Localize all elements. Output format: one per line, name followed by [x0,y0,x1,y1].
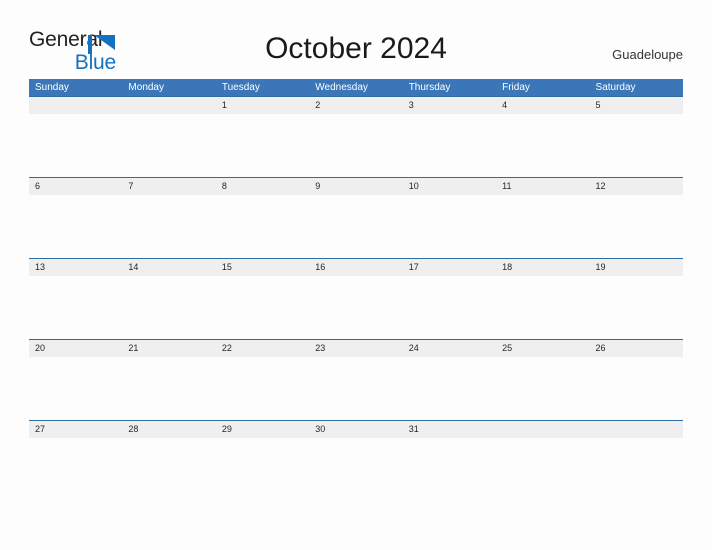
weekday-header-thursday: Thursday [408,82,451,93]
weekday-header-friday: Friday [502,82,530,93]
day-cell[interactable]: 20 [29,340,122,357]
week-date-band: 20 21 22 23 24 25 26 [29,339,683,357]
week-date-band: 13 14 15 16 17 18 19 [29,258,683,276]
day-cell[interactable]: 12 [590,178,683,195]
day-cell[interactable]: 30 [309,421,402,438]
page-header: General Blue October 2024 Guadeloupe [0,0,712,79]
day-cell[interactable]: 27 [29,421,122,438]
week-date-band: 27 28 29 30 31 [29,420,683,438]
weekday-header-sunday: Sunday [35,82,69,93]
week-event-area[interactable] [29,195,683,258]
week-row: 20 21 22 23 24 25 26 [29,339,683,420]
day-cell[interactable]: 11 [496,178,589,195]
brand-logo[interactable]: General Blue [29,28,149,74]
week-event-area[interactable] [29,357,683,420]
weekday-header-saturday: Saturday [595,82,636,93]
day-cell[interactable]: 5 [590,97,683,114]
page-title: October 2024 [265,32,447,65]
day-cell[interactable]: 6 [29,178,122,195]
week-event-area[interactable] [29,438,683,501]
day-cell[interactable]: 23 [309,340,402,357]
day-cell[interactable] [122,97,215,114]
week-row: 6 7 8 9 10 11 12 [29,177,683,258]
day-cell[interactable]: 26 [590,340,683,357]
day-cell[interactable]: 9 [309,178,402,195]
week-row: 13 14 15 16 17 18 19 [29,258,683,339]
day-cell[interactable]: 15 [216,259,309,276]
day-cell[interactable] [29,97,122,114]
week-event-area[interactable] [29,276,683,339]
day-cell[interactable]: 3 [403,97,496,114]
day-cell[interactable]: 24 [403,340,496,357]
week-date-band: 6 7 8 9 10 11 12 [29,177,683,195]
weekday-header-wednesday: Wednesday [315,82,368,93]
day-cell[interactable]: 7 [122,178,215,195]
day-cell[interactable]: 16 [309,259,402,276]
day-cell[interactable]: 29 [216,421,309,438]
week-row: 1 2 3 4 5 [29,96,683,177]
day-cell[interactable]: 25 [496,340,589,357]
calendar-grid: Sunday Monday Tuesday Wednesday Thursday… [29,79,683,501]
day-cell[interactable]: 28 [122,421,215,438]
week-event-area[interactable] [29,114,683,177]
day-cell[interactable]: 22 [216,340,309,357]
brand-name-blue: Blue [74,51,116,74]
day-cell[interactable]: 18 [496,259,589,276]
week-date-band: 1 2 3 4 5 [29,96,683,114]
weekday-header-monday: Monday [128,82,164,93]
day-cell[interactable]: 8 [216,178,309,195]
day-cell[interactable]: 17 [403,259,496,276]
day-cell[interactable] [590,421,683,438]
day-cell[interactable]: 19 [590,259,683,276]
day-cell[interactable]: 1 [216,97,309,114]
day-cell[interactable] [496,421,589,438]
day-cell[interactable]: 21 [122,340,215,357]
day-cell[interactable]: 14 [122,259,215,276]
weekday-header-tuesday: Tuesday [221,82,260,93]
day-cell[interactable]: 4 [496,97,589,114]
day-cell[interactable]: 10 [403,178,496,195]
day-cell[interactable]: 31 [403,421,496,438]
region-label: Guadeloupe [612,47,683,62]
day-cell[interactable]: 13 [29,259,122,276]
weekday-header-row: Sunday Monday Tuesday Wednesday Thursday… [29,79,683,96]
week-row: 27 28 29 30 31 [29,420,683,501]
day-cell[interactable]: 2 [309,97,402,114]
